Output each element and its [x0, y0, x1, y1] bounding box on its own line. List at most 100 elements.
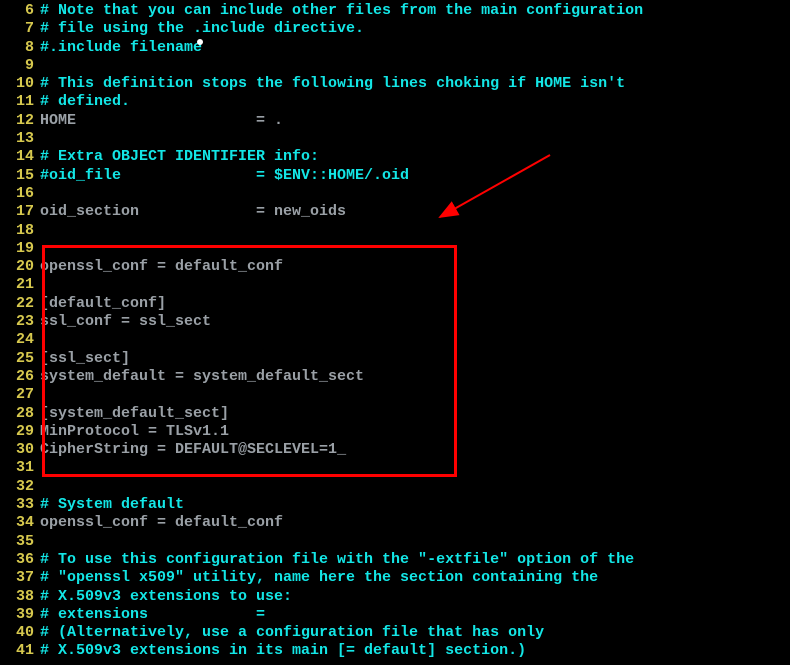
code-line[interactable]: 10# This definition stops the following …: [0, 75, 790, 93]
line-content[interactable]: openssl_conf = default_conf: [40, 258, 790, 276]
code-line[interactable]: 14# Extra OBJECT IDENTIFIER info:: [0, 148, 790, 166]
line-content[interactable]: # System default: [40, 496, 790, 514]
code-line[interactable]: 30CipherString = DEFAULT@SECLEVEL=1_: [0, 441, 790, 459]
line-content[interactable]: [system_default_sect]: [40, 405, 790, 423]
line-content[interactable]: [40, 276, 790, 294]
line-content[interactable]: MinProtocol = TLSv1.1: [40, 423, 790, 441]
line-content[interactable]: [40, 240, 790, 258]
line-content[interactable]: # X.509v3 extensions in its main [= defa…: [40, 642, 790, 660]
code-line[interactable]: 39# extensions =: [0, 606, 790, 624]
code-line[interactable]: 19: [0, 240, 790, 258]
line-number: 15: [0, 167, 40, 185]
line-content[interactable]: # extensions =: [40, 606, 790, 624]
code-line[interactable]: 17oid_section = new_oids: [0, 203, 790, 221]
line-number: 38: [0, 588, 40, 606]
line-number: 27: [0, 386, 40, 404]
line-content[interactable]: # defined.: [40, 93, 790, 111]
code-line[interactable]: 28[system_default_sect]: [0, 405, 790, 423]
line-content[interactable]: # Extra OBJECT IDENTIFIER info:: [40, 148, 790, 166]
line-content[interactable]: system_default = system_default_sect: [40, 368, 790, 386]
code-line[interactable]: 41# X.509v3 extensions in its main [= de…: [0, 642, 790, 660]
line-content[interactable]: # X.509v3 extensions to use:: [40, 588, 790, 606]
line-content[interactable]: # To use this configuration file with th…: [40, 551, 790, 569]
line-number: 12: [0, 112, 40, 130]
code-line[interactable]: 37# "openssl x509" utility, name here th…: [0, 569, 790, 587]
line-number: 35: [0, 533, 40, 551]
code-line[interactable]: 32: [0, 478, 790, 496]
text-cursor: _: [337, 441, 346, 458]
code-line[interactable]: 31: [0, 459, 790, 477]
code-line[interactable]: 13: [0, 130, 790, 148]
code-line[interactable]: 40# (Alternatively, use a configuration …: [0, 624, 790, 642]
line-content[interactable]: [40, 459, 790, 477]
line-content[interactable]: # Note that you can include other files …: [40, 2, 790, 20]
line-content[interactable]: #.include filename: [40, 39, 790, 57]
line-number: 18: [0, 222, 40, 240]
line-content[interactable]: # (Alternatively, use a configuration fi…: [40, 624, 790, 642]
line-number: 31: [0, 459, 40, 477]
code-line[interactable]: 16: [0, 185, 790, 203]
code-line[interactable]: 8#.include filename: [0, 39, 790, 57]
line-number: 29: [0, 423, 40, 441]
line-content[interactable]: [ssl_sect]: [40, 350, 790, 368]
code-line[interactable]: 33# System default: [0, 496, 790, 514]
code-line[interactable]: 6# Note that you can include other files…: [0, 2, 790, 20]
code-line[interactable]: 7# file using the .include directive.: [0, 20, 790, 38]
line-content[interactable]: # "openssl x509" utility, name here the …: [40, 569, 790, 587]
line-number: 23: [0, 313, 40, 331]
line-number: 26: [0, 368, 40, 386]
code-line[interactable]: 21: [0, 276, 790, 294]
code-line[interactable]: 36# To use this configuration file with …: [0, 551, 790, 569]
line-number: 39: [0, 606, 40, 624]
code-line[interactable]: 29MinProtocol = TLSv1.1: [0, 423, 790, 441]
line-content[interactable]: [40, 533, 790, 551]
code-line[interactable]: 15#oid_file = $ENV::HOME/.oid: [0, 167, 790, 185]
line-content[interactable]: [40, 331, 790, 349]
line-content[interactable]: CipherString = DEFAULT@SECLEVEL=1_: [40, 441, 790, 459]
code-line[interactable]: 12HOME = .: [0, 112, 790, 130]
line-content[interactable]: openssl_conf = default_conf: [40, 514, 790, 532]
code-line[interactable]: 26system_default = system_default_sect: [0, 368, 790, 386]
line-number: 40: [0, 624, 40, 642]
line-content[interactable]: [default_conf]: [40, 295, 790, 313]
code-editor[interactable]: 6# Note that you can include other files…: [0, 0, 790, 661]
line-content[interactable]: #oid_file = $ENV::HOME/.oid: [40, 167, 790, 185]
line-content[interactable]: oid_section = new_oids: [40, 203, 790, 221]
line-number: 25: [0, 350, 40, 368]
line-number: 8: [0, 39, 40, 57]
line-number: 14: [0, 148, 40, 166]
line-number: 7: [0, 20, 40, 38]
line-content[interactable]: # file using the .include directive.: [40, 20, 790, 38]
code-line[interactable]: 38# X.509v3 extensions to use:: [0, 588, 790, 606]
line-number: 6: [0, 2, 40, 20]
code-line[interactable]: 35: [0, 533, 790, 551]
line-content[interactable]: [40, 57, 790, 75]
code-line[interactable]: 25[ssl_sect]: [0, 350, 790, 368]
line-number: 16: [0, 185, 40, 203]
line-content[interactable]: [40, 130, 790, 148]
line-content[interactable]: HOME = .: [40, 112, 790, 130]
code-line[interactable]: 27: [0, 386, 790, 404]
code-line[interactable]: 24: [0, 331, 790, 349]
line-number: 24: [0, 331, 40, 349]
line-number: 30: [0, 441, 40, 459]
line-content[interactable]: ssl_conf = ssl_sect: [40, 313, 790, 331]
line-content[interactable]: [40, 478, 790, 496]
line-content[interactable]: [40, 386, 790, 404]
line-number: 36: [0, 551, 40, 569]
code-line[interactable]: 34openssl_conf = default_conf: [0, 514, 790, 532]
line-number: 19: [0, 240, 40, 258]
line-number: 17: [0, 203, 40, 221]
line-number: 21: [0, 276, 40, 294]
line-content[interactable]: [40, 222, 790, 240]
code-line[interactable]: 22[default_conf]: [0, 295, 790, 313]
code-line[interactable]: 18: [0, 222, 790, 240]
code-line[interactable]: 11# defined.: [0, 93, 790, 111]
code-line[interactable]: 23ssl_conf = ssl_sect: [0, 313, 790, 331]
code-line[interactable]: 20openssl_conf = default_conf: [0, 258, 790, 276]
line-content[interactable]: [40, 185, 790, 203]
line-content[interactable]: # This definition stops the following li…: [40, 75, 790, 93]
line-number: 9: [0, 57, 40, 75]
code-line[interactable]: 9: [0, 57, 790, 75]
line-number: 13: [0, 130, 40, 148]
